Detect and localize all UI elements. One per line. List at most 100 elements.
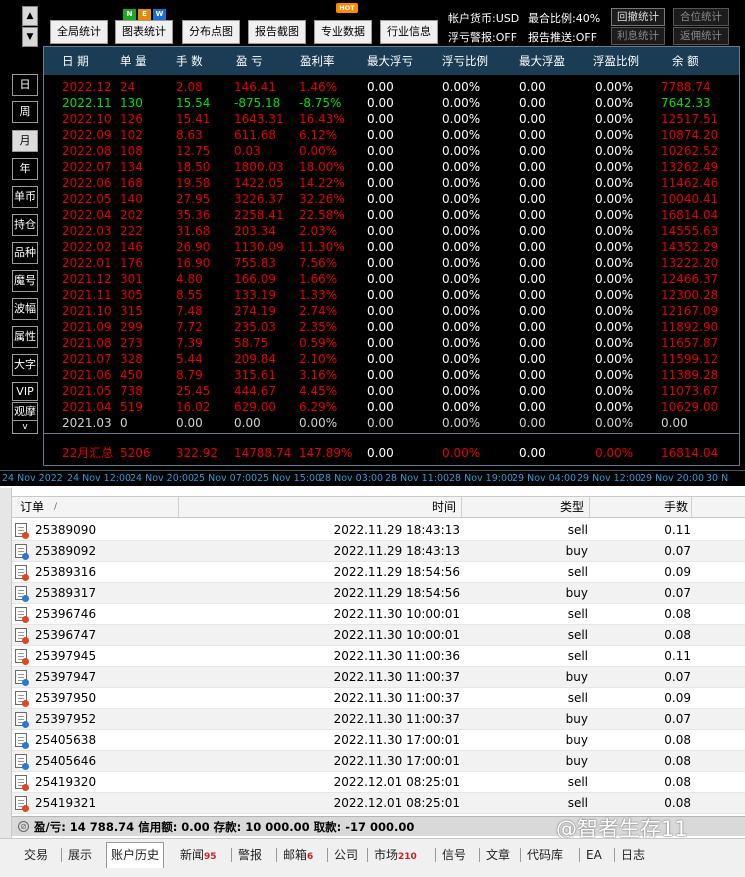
side-scroll-down[interactable]: v bbox=[12, 420, 38, 434]
column-header-0[interactable]: 日 期 bbox=[62, 47, 89, 75]
column-header-8[interactable]: 浮盈比例 bbox=[593, 47, 639, 75]
history-row[interactable]: 25397947 2022.11.30 11:00:37 buy 0.07 bbox=[12, 667, 745, 688]
table-cell: 2021.08 bbox=[62, 336, 112, 350]
side-tab-9[interactable]: 属性 bbox=[12, 326, 38, 348]
tab-label: 日志 bbox=[621, 848, 646, 862]
table-cell: 166.09 bbox=[234, 272, 276, 286]
order-type: sell bbox=[567, 565, 588, 579]
tab-6[interactable]: 公司 bbox=[330, 843, 362, 867]
history-row[interactable]: 25389090 2022.11.29 18:43:13 sell 0.11 bbox=[12, 520, 745, 541]
scroll-down-button[interactable]: ▼ bbox=[22, 27, 38, 47]
time-column-header[interactable]: 时间 bbox=[432, 497, 456, 517]
side-tab-5[interactable]: 持仓 bbox=[12, 214, 38, 236]
order-id: 25397952 bbox=[35, 712, 97, 726]
order-time: 2022.12.01 08:25:01 bbox=[333, 775, 460, 789]
side-tab-8[interactable]: 波幅 bbox=[12, 298, 38, 320]
table-cell: 0 bbox=[120, 416, 128, 430]
table-cell: 0.00 bbox=[367, 112, 394, 126]
table-cell: 18.00% bbox=[299, 160, 345, 174]
history-row[interactable]: 25397950 2022.11.30 11:00:37 sell 0.09 bbox=[12, 688, 745, 709]
history-row[interactable]: 25419321 2022.12.01 08:25:01 sell 0.08 bbox=[12, 793, 745, 814]
history-row[interactable]: 25397945 2022.11.30 11:00:36 sell 0.11 bbox=[12, 646, 745, 667]
summary-cell: 16814.04 bbox=[661, 446, 719, 460]
tab-11[interactable]: EA bbox=[582, 843, 606, 867]
table-cell: 0.00 bbox=[519, 160, 546, 174]
column-header-3[interactable]: 盈 亏 bbox=[236, 47, 263, 75]
rebate-stats-button[interactable]: 返佣统计 bbox=[673, 27, 729, 45]
history-row[interactable]: 25389092 2022.11.29 18:43:13 buy 0.07 bbox=[12, 541, 745, 562]
time-tick: 24 Nov 12:00 bbox=[67, 473, 132, 484]
table-cell: 2021.05 bbox=[62, 384, 112, 398]
chart-stats-button[interactable]: 图表统计 bbox=[115, 20, 173, 44]
side-tab-6[interactable]: 品种 bbox=[12, 242, 38, 264]
column-header-9[interactable]: 余 额 bbox=[672, 47, 699, 75]
tab-7[interactable]: 市场210 bbox=[370, 843, 421, 867]
order-column-header[interactable]: 订单 bbox=[20, 497, 44, 517]
history-row[interactable]: 25389317 2022.11.29 18:54:56 buy 0.07 bbox=[12, 583, 745, 604]
lots-column-header[interactable]: 手数 bbox=[664, 497, 688, 517]
order-lots: 0.07 bbox=[664, 544, 691, 558]
side-tab-10[interactable]: 大字 bbox=[12, 354, 38, 376]
tab-5[interactable]: 邮箱6 bbox=[279, 843, 317, 867]
table-cell: 7642.33 bbox=[661, 96, 711, 110]
order-id: 25389090 bbox=[35, 523, 97, 537]
tab-3[interactable]: 新闻95 bbox=[176, 843, 221, 867]
table-cell: 0.00% bbox=[299, 416, 338, 430]
table-cell: 0.00 bbox=[519, 80, 546, 94]
type-column-header[interactable]: 类型 bbox=[560, 497, 584, 517]
tab-9[interactable]: 文章 bbox=[482, 843, 514, 867]
history-row[interactable]: 25405638 2022.11.30 17:00:01 buy 0.08 bbox=[12, 730, 745, 751]
side-tab-11[interactable]: VIP bbox=[12, 382, 38, 401]
tab-4[interactable]: 警报 bbox=[234, 843, 266, 867]
interest-stats-button[interactable]: 利息统计 bbox=[611, 27, 665, 45]
scroll-up-button[interactable]: ▲ bbox=[22, 6, 38, 26]
pro-data-button[interactable]: 专业数据 bbox=[314, 20, 372, 44]
side-tab-3[interactable]: 年 bbox=[12, 158, 38, 180]
history-row[interactable]: 25405646 2022.11.30 17:00:01 buy 0.08 bbox=[12, 751, 745, 772]
table-cell: 10874.20 bbox=[661, 128, 719, 142]
order-id: 25397950 bbox=[35, 691, 97, 705]
tab-12[interactable]: 日志 bbox=[617, 843, 649, 867]
order-type: buy bbox=[565, 670, 588, 684]
side-tab-7[interactable]: 魔号 bbox=[12, 270, 38, 292]
tab-1[interactable]: 展示 bbox=[64, 843, 96, 867]
table-cell: 629.00 bbox=[234, 400, 276, 414]
table-cell: 130 bbox=[120, 96, 143, 110]
history-row[interactable]: 25396746 2022.11.30 10:00:01 sell 0.08 bbox=[12, 604, 745, 625]
table-cell: 8.55 bbox=[176, 288, 203, 302]
side-tab-12[interactable]: 观摩 bbox=[12, 402, 38, 421]
side-tab-2[interactable]: 月 bbox=[12, 130, 38, 152]
history-row[interactable]: 25397952 2022.11.30 11:00:37 buy 0.07 bbox=[12, 709, 745, 730]
column-header-6[interactable]: 浮亏比例 bbox=[442, 47, 488, 75]
table-row: 2022.01 176 16.90 755.83 7.56% 0.00 0.00% 0.00 0… bbox=[44, 255, 739, 271]
history-row[interactable]: 25389316 2022.11.29 18:54:56 sell 0.09 bbox=[12, 562, 745, 583]
tab-10[interactable]: 代码库 bbox=[523, 843, 567, 867]
table-cell: 0.00% bbox=[595, 304, 634, 318]
column-header-4[interactable]: 盈利率 bbox=[300, 47, 335, 75]
tab-2[interactable]: 账户历史 bbox=[106, 842, 165, 868]
industry-info-button[interactable]: 行业信息 bbox=[380, 20, 438, 44]
order-time: 2022.11.30 11:00:37 bbox=[333, 712, 460, 726]
table-cell: 16.02 bbox=[176, 400, 211, 414]
distribution-button[interactable]: 分布点图 bbox=[182, 20, 240, 44]
column-header-2[interactable]: 手 数 bbox=[176, 47, 203, 75]
side-tab-1[interactable]: 周 bbox=[12, 101, 38, 123]
global-stats-button[interactable]: 全局统计 bbox=[50, 20, 108, 44]
tab-8[interactable]: 信号 bbox=[438, 843, 470, 867]
table-cell: 2022.06 bbox=[62, 176, 112, 190]
column-header-7[interactable]: 最大浮盈 bbox=[519, 47, 565, 75]
history-row[interactable]: 25419320 2022.12.01 08:25:01 sell 0.08 bbox=[12, 772, 745, 793]
table-row: 2021.05 738 25.45 444.67 4.45% 0.00 0.00% 0.00 0… bbox=[44, 383, 739, 399]
position-stats-button[interactable]: 合位统计 bbox=[673, 8, 729, 26]
side-tab-4[interactable]: 单币 bbox=[12, 186, 38, 208]
backtest-stats-button[interactable]: 回撤统计 bbox=[611, 8, 665, 26]
history-row[interactable]: 25396747 2022.11.30 10:00:01 sell 0.08 bbox=[12, 625, 745, 646]
tab-0[interactable]: 交易 bbox=[20, 843, 52, 867]
column-header-5[interactable]: 最大浮亏 bbox=[367, 47, 413, 75]
side-tab-0[interactable]: 日 bbox=[12, 74, 38, 96]
table-cell: -8.75% bbox=[299, 96, 342, 110]
time-tick: 24 Nov 2022 bbox=[2, 473, 63, 484]
report-screenshot-button[interactable]: 报告截图 bbox=[248, 20, 306, 44]
table-cell: 0.00% bbox=[442, 224, 481, 238]
column-header-1[interactable]: 单 量 bbox=[120, 47, 147, 75]
